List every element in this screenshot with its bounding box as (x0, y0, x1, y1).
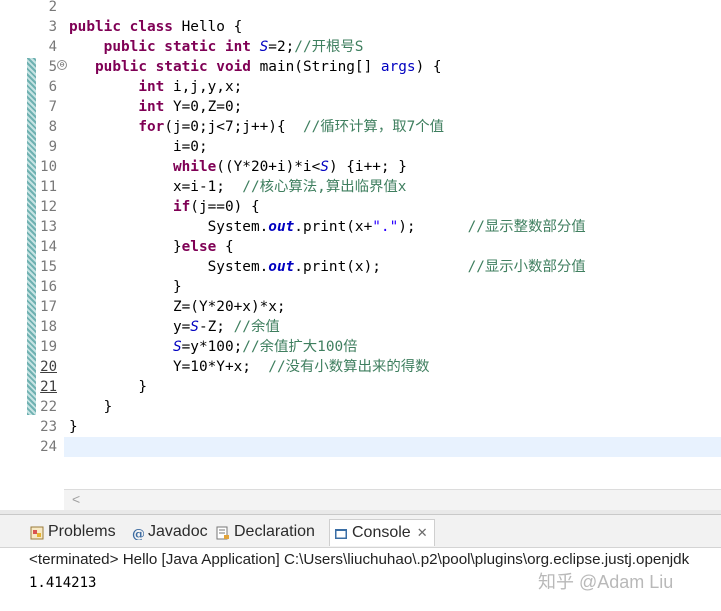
line-number: 20 (40, 359, 57, 375)
line-number: 18 (40, 319, 57, 335)
line-number: 9 (48, 139, 57, 155)
panel-tab-bar: Problems @ Javadoc Declaration Console ✕ (0, 515, 721, 548)
svg-text:@: @ (132, 527, 144, 540)
code-line: y=S-Z; //余值 (172, 319, 280, 335)
code-line: Y=10*Y+x; //没有小数算出来的得数 (172, 359, 430, 375)
line-number: 13 (40, 219, 57, 235)
line-number: 7 (48, 99, 57, 115)
line-number: 22 (40, 399, 57, 415)
line-number: 11 (40, 179, 57, 195)
tab-label: Console (352, 524, 411, 541)
code-line: if(j==0) { (172, 199, 260, 215)
code-line: } (138, 379, 147, 395)
line-number: 8 (48, 119, 57, 135)
code-line: Z=(Y*20+x)*x; (172, 299, 286, 315)
code-line: S=y*100;//余值扩大100倍 (172, 339, 358, 355)
zhihu-watermark: 知乎 @Adam Liu (538, 572, 674, 592)
code-line: public static int S=2;//开根号S (103, 39, 364, 55)
code-line: while((Y*20+i)*i<S) {i++; } (172, 159, 407, 175)
code-line: i=0; (172, 139, 208, 155)
line-number: 24 (40, 439, 57, 455)
bottom-panel: Problems @ Javadoc Declaration Console ✕ … (0, 514, 721, 611)
tab-problems[interactable]: Problems (30, 519, 116, 545)
line-number: 23 (40, 419, 57, 435)
current-line-highlight[interactable] (64, 437, 721, 457)
javadoc-icon: @ (130, 523, 145, 542)
line-number: 10 (40, 159, 57, 175)
line-number: 12 (40, 199, 57, 215)
code-line: for(j=0;j<7;j++){ //循环计算，取7个值 (138, 119, 445, 135)
tab-label: Javadoc (148, 523, 208, 540)
problems-icon (30, 523, 44, 540)
line-number: 21 (40, 379, 57, 395)
code-text-area[interactable]: public class Hello { public static int S… (64, 0, 721, 489)
line-number: 5 (48, 59, 57, 75)
line-number: 15 (40, 259, 57, 275)
code-line: } (103, 399, 113, 415)
tab-console[interactable]: Console ✕ (329, 519, 435, 546)
code-editor[interactable]: 2 3 4 5 6 7 8 9 10 11 12 13 14 15 16 17 … (0, 0, 721, 511)
code-line: public class Hello { (69, 19, 243, 35)
tab-declaration[interactable]: Declaration (216, 519, 315, 545)
close-icon[interactable]: ✕ (417, 520, 428, 546)
horizontal-scrollbar[interactable]: < (64, 489, 721, 511)
line-number: 3 (48, 19, 57, 35)
line-number: 16 (40, 279, 57, 295)
line-number: 6 (48, 79, 57, 95)
console-output[interactable]: 1.414213 (29, 575, 96, 591)
code-line: }else { (172, 239, 234, 255)
code-line: public static void main(String[] args) { (95, 59, 442, 75)
line-number: 4 (48, 39, 57, 55)
console-process-status: <terminated> Hello [Java Application] C:… (29, 551, 690, 568)
code-line: } (172, 279, 182, 295)
code-line: x=i-1; //核心算法,算出临界值x (172, 179, 407, 195)
tab-javadoc[interactable]: @ Javadoc (130, 519, 208, 545)
code-line: int Y=0,Z=0; (138, 99, 243, 115)
code-line: System.out.print(x); //显示小数部分值 (207, 259, 586, 275)
scroll-left-arrow-icon[interactable]: < (72, 491, 80, 507)
line-number: 19 (40, 339, 57, 355)
tab-label: Problems (48, 523, 116, 540)
console-icon (334, 524, 348, 540)
line-number: 2 (48, 0, 57, 15)
code-line: int i,j,y,x; (138, 79, 243, 95)
tab-label: Declaration (234, 523, 315, 540)
code-line: System.out.print(x+"."); //显示整数部分值 (207, 219, 586, 235)
line-number: 14 (40, 239, 57, 255)
line-number: 17 (40, 299, 57, 315)
declaration-icon (216, 523, 230, 540)
code-line: } (69, 419, 78, 435)
